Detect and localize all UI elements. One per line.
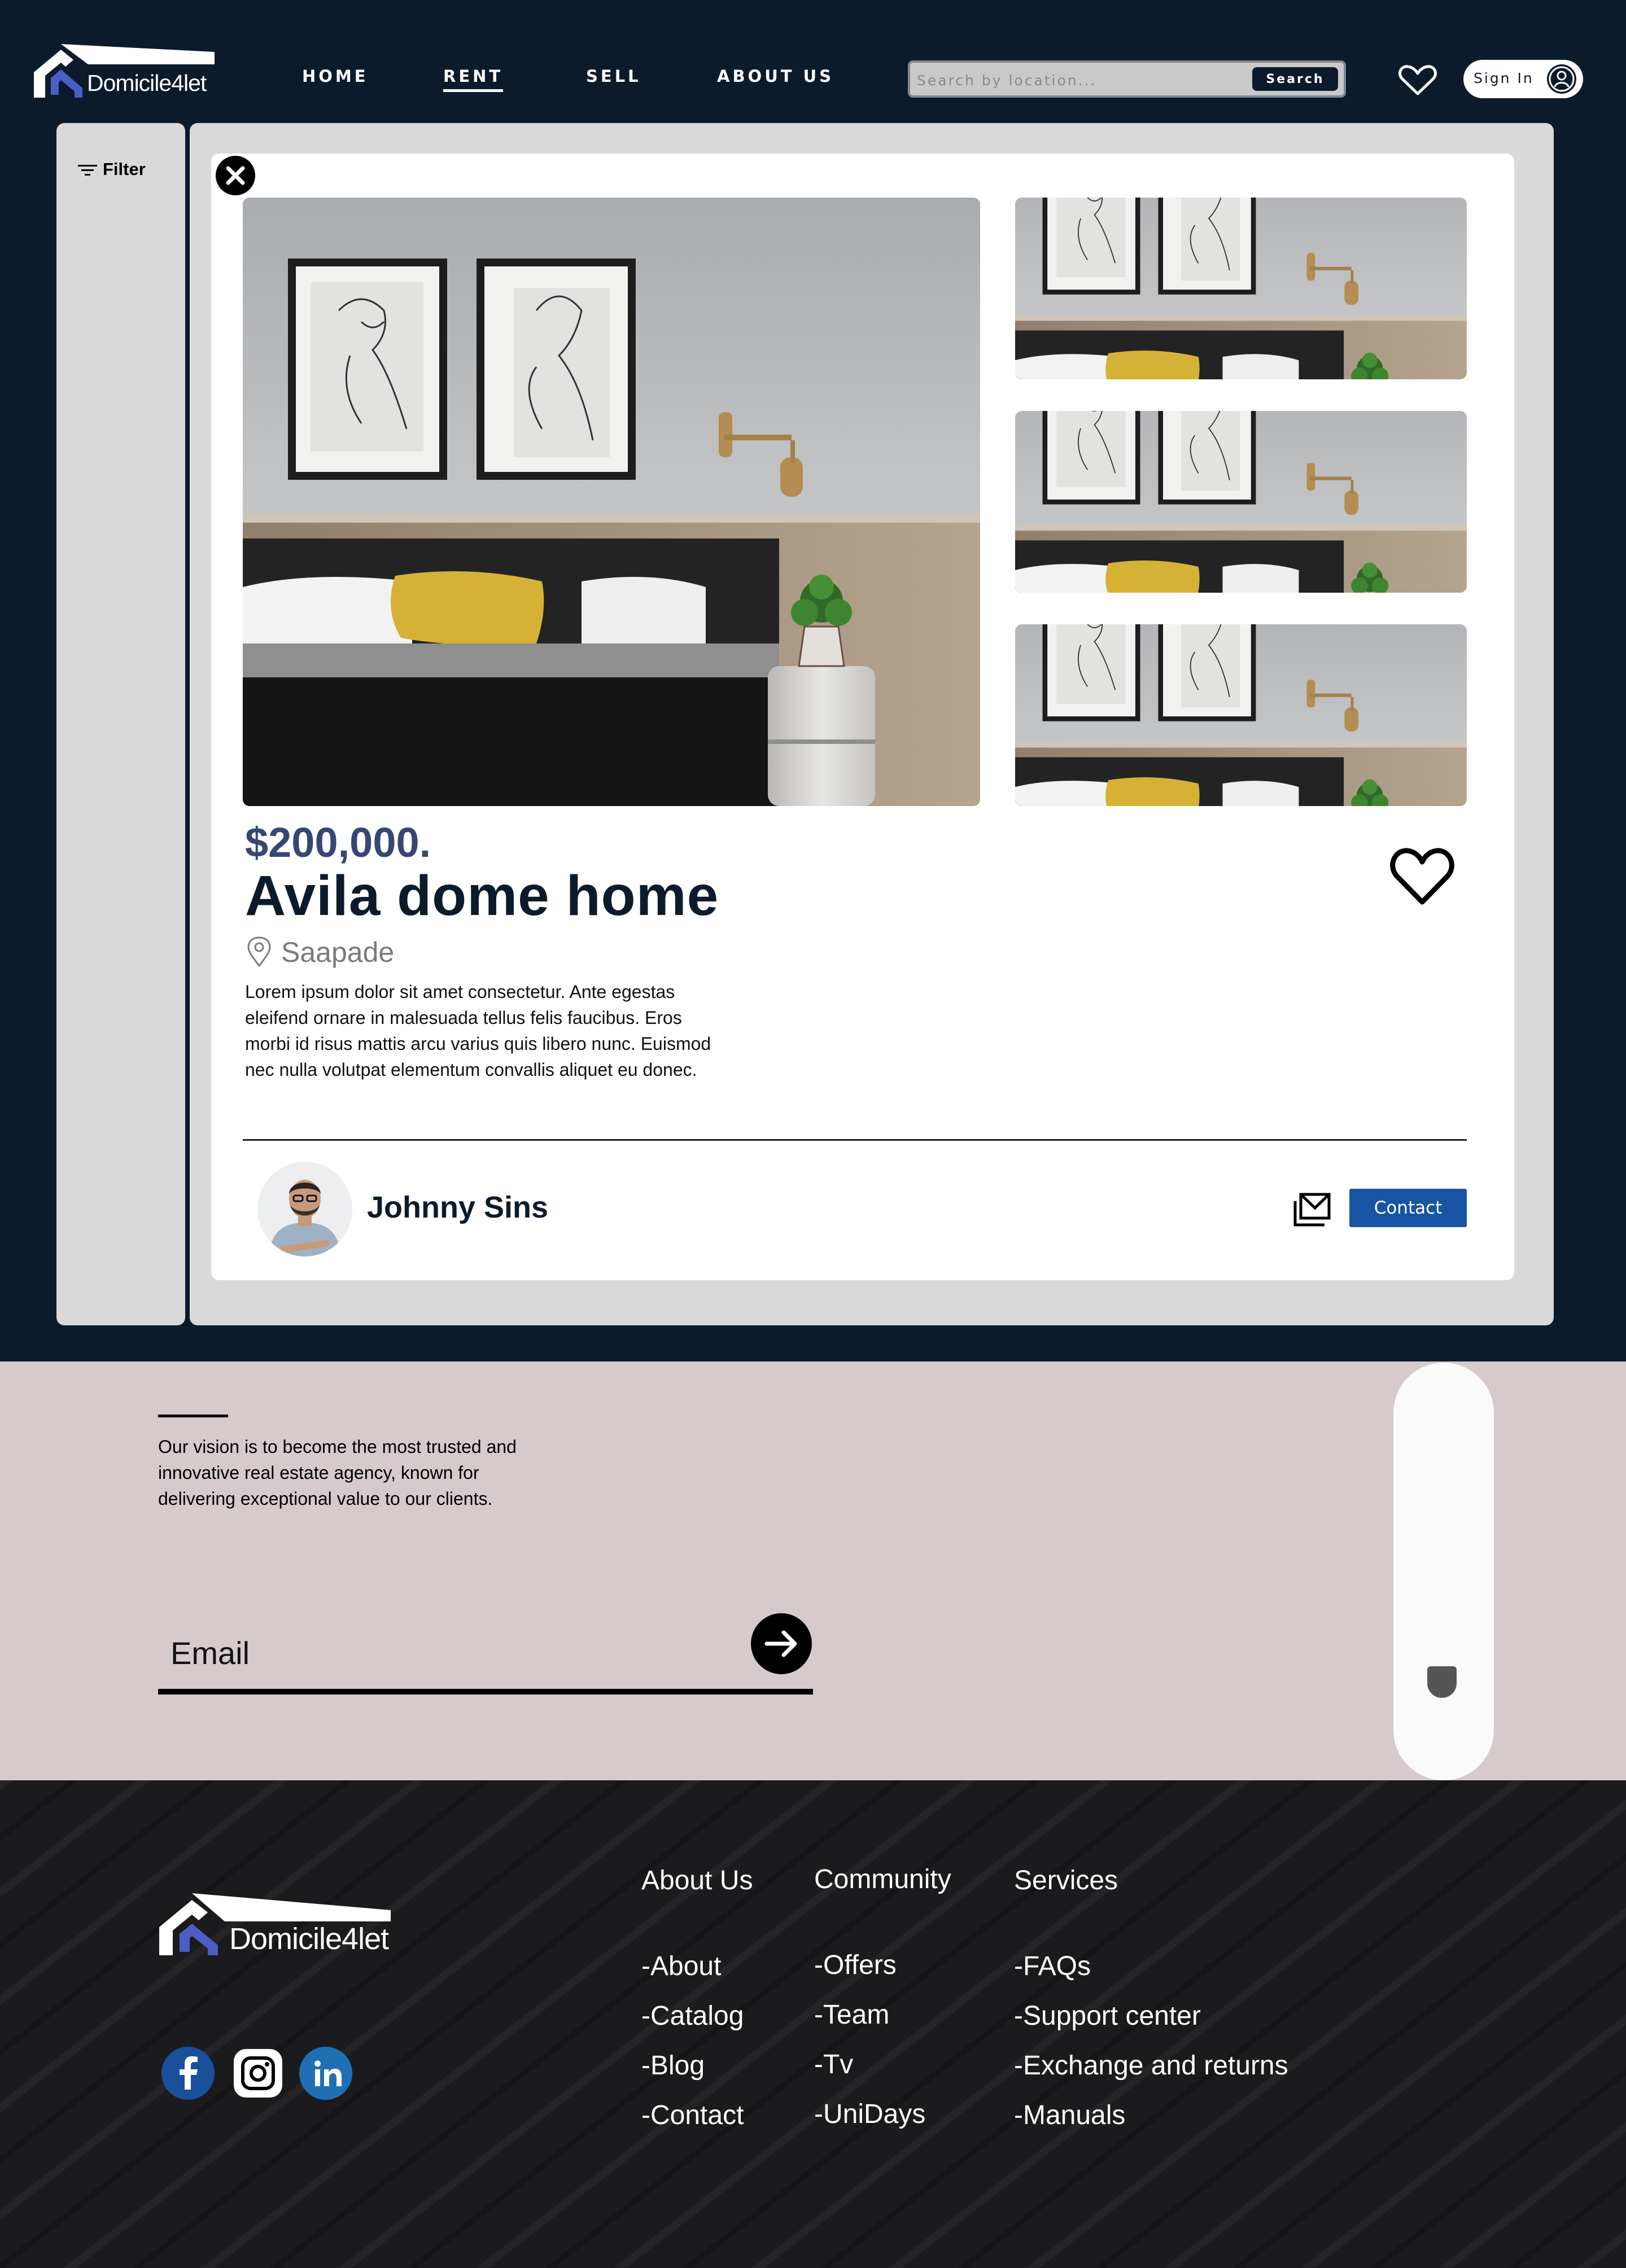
- footer: [0, 1780, 1626, 2268]
- newsletter-section: [0, 1361, 1626, 1780]
- logo-text: Domicile4let: [87, 70, 207, 96]
- footer-link-exchange-returns[interactable]: -Exchange and returns: [1014, 2050, 1288, 2081]
- footer-link-faqs[interactable]: -FAQs: [1014, 1951, 1091, 1982]
- email-submit-button[interactable]: [751, 1613, 812, 1674]
- footer-link-about[interactable]: -About: [641, 1951, 721, 1982]
- instagram-icon: [234, 2049, 282, 2098]
- footer-background-pattern: [0, 1780, 1626, 2268]
- footer-link-contact[interactable]: -Contact: [641, 2100, 744, 2131]
- footer-logo[interactable]: Domicile4let: [159, 1893, 396, 1956]
- listing-thumbnail[interactable]: [1015, 198, 1467, 379]
- footer-heading-services: Services: [1014, 1866, 1118, 1895]
- heart-icon[interactable]: [1390, 847, 1454, 905]
- search-bar: Search: [908, 60, 1346, 98]
- location-label: Saapade: [281, 936, 395, 968]
- nav-rent[interactable]: RENT: [443, 67, 504, 92]
- user-avatar-icon: [1547, 64, 1576, 94]
- sign-in-label: Sign In: [1474, 70, 1534, 86]
- footer-link-catalog[interactable]: -Catalog: [641, 2000, 744, 2031]
- search-button[interactable]: Search: [1252, 67, 1338, 91]
- footer-heading-about-us: About Us: [641, 1866, 753, 1895]
- scrollbar-thumb[interactable]: [1427, 1666, 1457, 1698]
- filter-icon: [78, 165, 97, 176]
- footer-link-blog[interactable]: -Blog: [641, 2050, 705, 2081]
- filter-sidebar: Filter: [56, 123, 185, 1325]
- accent-line: [158, 1415, 228, 1417]
- close-icon: [226, 166, 245, 185]
- contact-button[interactable]: Contact: [1349, 1189, 1467, 1227]
- linkedin-link[interactable]: [299, 2047, 352, 2100]
- listing-thumbnail[interactable]: [1015, 624, 1467, 806]
- location-pin-icon: [247, 936, 271, 967]
- filter-label: Filter: [103, 159, 146, 179]
- nav-about-us[interactable]: ABOUT US: [717, 67, 834, 86]
- listing-thumbnail[interactable]: [1015, 411, 1467, 593]
- scrollbar-track[interactable]: [1393, 1363, 1494, 1780]
- sign-in-button[interactable]: Sign In: [1463, 60, 1583, 98]
- footer-link-tv[interactable]: -Tv: [814, 2049, 853, 2080]
- main-listing-photo[interactable]: [243, 198, 980, 806]
- mail-icon[interactable]: [1293, 1191, 1331, 1227]
- agent-avatar: [257, 1162, 352, 1256]
- nav-home[interactable]: HOME: [302, 67, 369, 86]
- arrow-right-icon: [764, 1630, 797, 1657]
- listing-title: Avila dome home: [245, 864, 719, 927]
- footer-link-team[interactable]: -Team: [814, 1999, 889, 2030]
- heart-icon[interactable]: [1398, 64, 1437, 96]
- footer-link-support-center[interactable]: -Support center: [1014, 2000, 1201, 2031]
- facebook-icon: [180, 2056, 198, 2090]
- nav-sell[interactable]: SELL: [586, 67, 641, 86]
- footer-link-manuals[interactable]: -Manuals: [1014, 2100, 1125, 2131]
- email-field: [158, 1613, 813, 1695]
- footer-link-offers[interactable]: -Offers: [814, 1950, 897, 1981]
- divider: [243, 1139, 1467, 1141]
- linkedin-icon: [314, 2060, 342, 2086]
- email-input[interactable]: [171, 1630, 679, 1675]
- search-input[interactable]: [917, 68, 1244, 92]
- footer-link-unidays[interactable]: -UniDays: [814, 2099, 925, 2130]
- header-logo[interactable]: Domicile4let: [34, 44, 215, 98]
- agent-name: Johnny Sins: [367, 1190, 549, 1224]
- listing-description: Lorem ipsum dolor sit amet consectetur. …: [245, 982, 711, 1080]
- instagram-link[interactable]: [231, 2047, 285, 2100]
- facebook-link[interactable]: [161, 2047, 215, 2100]
- vision-statement: Our vision is to become the most trusted…: [158, 1437, 517, 1509]
- header: Domicile4let HOME RENT SELL ABOUT US Sea…: [0, 0, 1626, 124]
- footer-heading-community: Community: [814, 1864, 951, 1894]
- logo-text: Domicile4let: [229, 1922, 389, 1956]
- close-button[interactable]: [216, 156, 255, 195]
- listing-price: $200,000.: [245, 819, 431, 866]
